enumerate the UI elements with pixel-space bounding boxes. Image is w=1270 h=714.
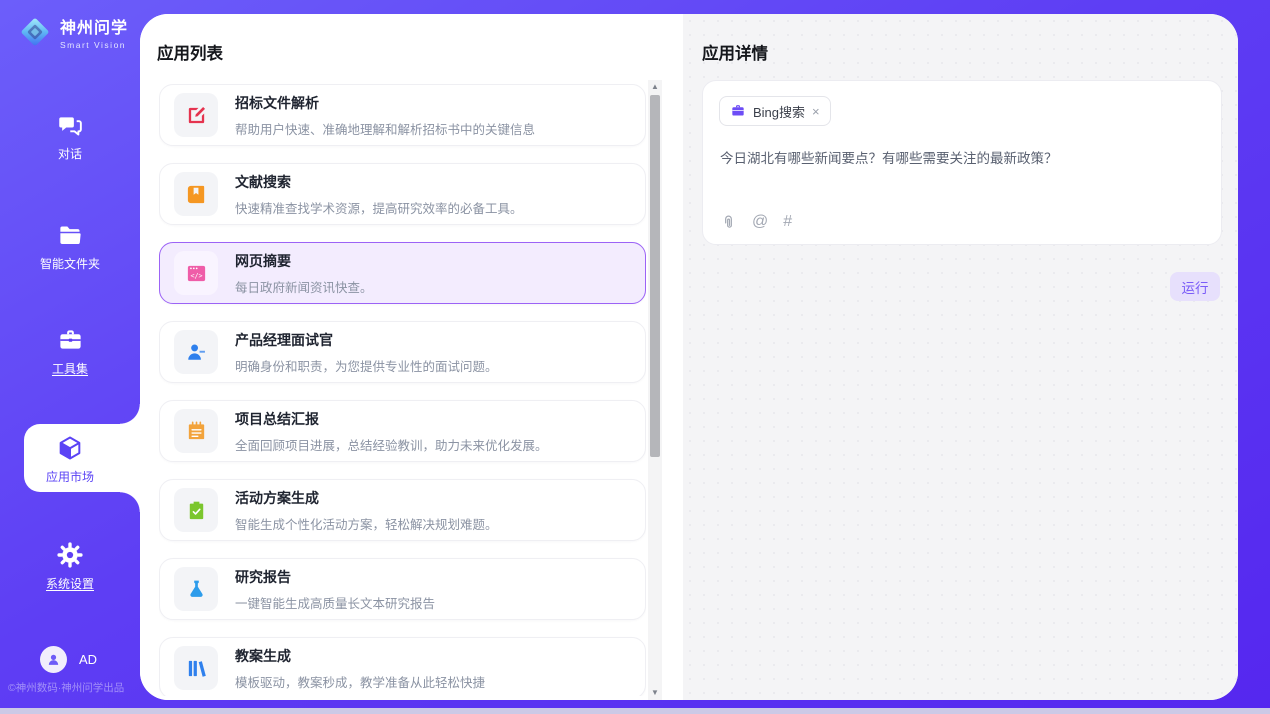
app-card-literature-search[interactable]: 文献搜索 快速精准查找学术资源，提高研究效率的必备工具。 [159,163,646,225]
app-name: 项目总结汇报 [235,409,548,429]
run-button[interactable]: 运行 [1170,272,1220,301]
logo-title: 神州问学 [60,14,128,38]
prompt-composer: Bing搜索 × 今日湖北有哪些新闻要点？有哪些需要关注的最新政策？ @ # [702,80,1222,245]
sidebar: 神州问学 Smart Vision 对话 智能文件夹 工具集 [0,0,140,708]
app-icon-tile [174,330,218,374]
app-logo: 神州问学 Smart Vision [18,14,128,50]
book-icon [185,183,208,206]
gear-icon [56,541,84,569]
composer-toolbar: @ # [720,213,792,231]
toolbox-icon [57,327,84,354]
books-icon [185,657,208,680]
app-icon-tile [174,172,218,216]
app-name: 活动方案生成 [235,488,498,508]
app-card-list: 招标文件解析 帮助用户快速、准确地理解和解析招标书中的关键信息 文献搜索 快速精… [159,84,646,696]
app-name: 网页摘要 [235,251,373,271]
sidebar-item-label: 智能文件夹 [0,255,140,272]
app-icon-tile [174,488,218,532]
sidebar-item-label: 对话 [0,145,140,162]
app-icon-tile [174,409,218,453]
app-name: 文献搜索 [235,172,523,192]
sidebar-item-chat[interactable]: 对话 [0,112,140,162]
app-list-title: 应用列表 [157,40,223,64]
at-icon[interactable]: @ [752,213,768,231]
app-icon-tile [174,567,218,611]
app-desc: 全面回顾项目进展，总结经验教训，助力未来优化发展。 [235,435,548,454]
scroll-up-arrow[interactable]: ▲ [648,80,662,94]
hash-icon[interactable]: # [783,213,792,231]
app-icon-tile [174,646,218,690]
sidebar-item-smart-folder[interactable]: 智能文件夹 [0,222,140,272]
chat-icon [57,112,84,139]
app-desc: 快速精准查找学术资源，提高研究效率的必备工具。 [235,198,523,217]
logo-subtitle: Smart Vision [60,40,128,50]
person-icon [46,652,61,667]
app-icon-tile [174,93,218,137]
doc-edit-icon [185,104,208,127]
app-card-research-report[interactable]: 研究报告 一键智能生成高质量长文本研究报告 [159,558,646,620]
app-card-lesson-plan[interactable]: 教案生成 模板驱动，教案秒成，教学准备从此轻松快捷 [159,637,646,696]
svg-text:</>: </> [190,272,202,280]
app-card-activity-plan[interactable]: 活动方案生成 智能生成个性化活动方案，轻松解决规划难题。 [159,479,646,541]
main-content: 应用列表 招标文件解析 帮助用户快速、准确地理解和解析招标书中的关键信息 [140,14,1238,700]
app-name: 研究报告 [235,567,435,587]
user-name: AD [79,652,97,667]
app-card-project-summary[interactable]: 项目总结汇报 全面回顾项目进展，总结经验教训，助力未来优化发展。 [159,400,646,462]
close-icon[interactable]: × [812,105,820,118]
app-card-pm-interviewer[interactable]: 产品经理面试官 明确身份和职责，为您提供专业性的面试问题。 [159,321,646,383]
scrollbar-thumb[interactable] [650,95,660,457]
sidebar-item-label: 系统设置 [0,575,140,592]
cube-icon [56,434,84,462]
app-name: 产品经理面试官 [235,330,498,350]
app-desc: 一键智能生成高质量长文本研究报告 [235,593,435,612]
paperclip-icon[interactable] [720,214,737,231]
sidebar-item-app-market[interactable]: 应用市场 [0,434,140,485]
copyright-text: ©神州数码·神州问学出品 [8,680,140,695]
app-desc: 帮助用户快速、准确地理解和解析招标书中的关键信息 [235,119,535,138]
notepad-icon [185,420,208,443]
folder-icon [57,222,84,249]
avatar [40,646,67,673]
app-desc: 明确身份和职责，为您提供专业性的面试问题。 [235,356,498,375]
app-desc: 模板驱动，教案秒成，教学准备从此轻松快捷 [235,672,485,691]
interviewer-icon [185,341,208,364]
sidebar-item-label: 应用市场 [0,468,140,485]
app-desc: 每日政府新闻资讯快查。 [235,277,373,296]
logo-diamond-icon [18,15,52,49]
browser-code-icon: </> [185,262,208,285]
app-list-panel: 应用列表 招标文件解析 帮助用户快速、准确地理解和解析招标书中的关键信息 [140,14,683,700]
scroll-down-arrow[interactable]: ▼ [648,686,662,700]
sidebar-item-label: 工具集 [0,360,140,377]
bottom-strip [0,708,1270,714]
app-name: 招标文件解析 [235,93,535,113]
app-desc: 智能生成个性化活动方案，轻松解决规划难题。 [235,514,498,533]
app-card-web-summary[interactable]: </> 网页摘要 每日政府新闻资讯快查。 [159,242,646,304]
app-icon-tile: </> [174,251,218,295]
sidebar-item-toolset[interactable]: 工具集 [0,327,140,377]
flask-icon [185,578,208,601]
app-detail-panel: 应用详情 Bing搜索 × 今日湖北有哪些新闻要点？有哪些需要关注的最新政策？ … [683,14,1238,700]
tool-tag-label: Bing搜索 [753,102,805,121]
app-name: 教案生成 [235,646,485,666]
list-scrollbar[interactable]: ▲ ▼ [648,80,662,700]
app-card-bid-analysis[interactable]: 招标文件解析 帮助用户快速、准确地理解和解析招标书中的关键信息 [159,84,646,146]
clipboard-check-icon [185,499,208,522]
sidebar-item-settings[interactable]: 系统设置 [0,541,140,592]
tool-tag-bing-search[interactable]: Bing搜索 × [719,96,831,126]
app-detail-title: 应用详情 [702,40,768,64]
user-account[interactable]: AD [40,646,97,673]
query-input[interactable]: 今日湖北有哪些新闻要点？有哪些需要关注的最新政策？ [720,149,1200,169]
briefcase-icon [730,103,746,119]
